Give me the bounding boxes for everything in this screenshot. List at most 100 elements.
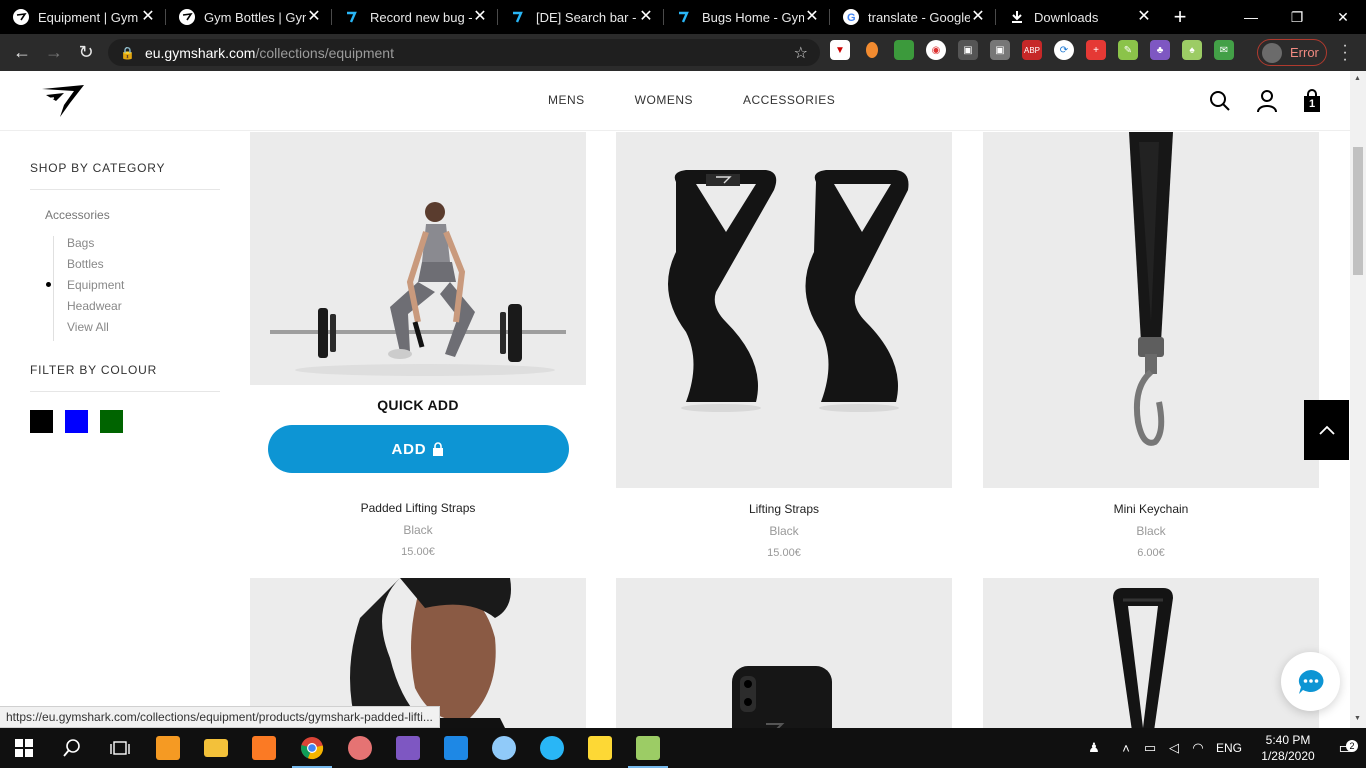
swatch-green[interactable] bbox=[100, 410, 123, 433]
camera-icon[interactable]: ▣ bbox=[958, 40, 978, 60]
swatch-blue[interactable] bbox=[65, 410, 88, 433]
product-card[interactable]: QUICK ADD ADD Padded Lifting Straps Blac… bbox=[250, 132, 586, 558]
add-to-bag-button[interactable]: ADD bbox=[267, 425, 569, 473]
product-price: 6.00€ bbox=[1137, 547, 1165, 559]
extension-bird-icon[interactable]: ♠ bbox=[1182, 40, 1202, 60]
close-icon[interactable]: ✕ bbox=[306, 9, 322, 25]
wifi-icon[interactable]: ◠ bbox=[1186, 740, 1210, 756]
product-image[interactable] bbox=[250, 132, 586, 385]
chevron-up-icon[interactable]: ˄ bbox=[1114, 741, 1138, 756]
more-menu-icon[interactable]: · · · bbox=[1340, 38, 1350, 68]
restore-icon[interactable]: ❐ bbox=[1274, 0, 1320, 34]
close-icon[interactable]: ✕ bbox=[472, 9, 488, 25]
battery-icon[interactable]: ▭ bbox=[1138, 740, 1162, 756]
internet-explorer-icon[interactable] bbox=[528, 728, 576, 768]
extension-drop-icon[interactable] bbox=[866, 42, 878, 58]
product-name[interactable]: Padded Lifting Straps bbox=[250, 501, 586, 515]
uc-browser-icon[interactable] bbox=[144, 728, 192, 768]
minimize-icon[interactable]: — bbox=[1228, 0, 1274, 34]
product-image[interactable] bbox=[983, 578, 1319, 728]
close-icon[interactable]: ✕ bbox=[804, 9, 820, 25]
back-arrow-icon[interactable]: ← bbox=[6, 37, 38, 69]
close-window-icon[interactable]: ✕ bbox=[1320, 0, 1366, 34]
category-view-all[interactable]: View All bbox=[67, 320, 220, 341]
nav-mens[interactable]: MENS bbox=[548, 93, 585, 107]
address-bar[interactable]: 🔒 eu.gymshark.com/collections/equipment … bbox=[108, 39, 820, 66]
extension-leaf-icon[interactable] bbox=[894, 40, 914, 60]
swatch-black[interactable] bbox=[30, 410, 53, 433]
forward-arrow-icon[interactable]: → bbox=[38, 37, 70, 69]
extension-pen-icon[interactable]: ✎ bbox=[1118, 40, 1138, 60]
tab-equipment[interactable]: Equipment | Gym ✕ bbox=[0, 0, 166, 34]
product-card[interactable] bbox=[616, 578, 952, 728]
tab-downloads[interactable]: Downloads ✕ bbox=[996, 0, 1162, 34]
settings-gear-icon[interactable] bbox=[480, 728, 528, 768]
search-icon[interactable] bbox=[1208, 89, 1232, 113]
chat-button[interactable] bbox=[1281, 652, 1340, 711]
nav-accessories[interactable]: ACCESSORIES bbox=[743, 93, 835, 107]
nav-womens[interactable]: WOMENS bbox=[635, 93, 693, 107]
scrollbar-thumb[interactable] bbox=[1353, 147, 1363, 275]
category-bags[interactable]: Bags bbox=[67, 236, 220, 257]
extension-plus-icon[interactable]: + bbox=[1086, 40, 1106, 60]
visual-studio-icon[interactable] bbox=[384, 728, 432, 768]
task-view-icon[interactable] bbox=[96, 728, 144, 768]
close-icon[interactable]: ✕ bbox=[1136, 9, 1152, 25]
category-headwear[interactable]: Headwear bbox=[67, 299, 220, 320]
product-colour: Black bbox=[403, 523, 433, 537]
people-icon[interactable]: ♟ bbox=[1082, 740, 1106, 756]
notifications-icon[interactable]: ▭ 2 bbox=[1326, 738, 1366, 758]
clock[interactable]: 5:40 PM 1/28/2020 bbox=[1250, 732, 1326, 764]
screenshot-icon[interactable]: ▣ bbox=[990, 40, 1010, 60]
vscode-icon[interactable] bbox=[432, 728, 480, 768]
chrome-icon[interactable] bbox=[288, 728, 336, 768]
reload-icon[interactable]: ↻ bbox=[70, 37, 102, 69]
product-image[interactable] bbox=[616, 578, 952, 728]
account-icon[interactable] bbox=[1256, 89, 1278, 113]
language-indicator[interactable]: ENG bbox=[1216, 741, 1242, 755]
search-icon[interactable] bbox=[48, 728, 96, 768]
cart-icon[interactable]: 1 bbox=[1302, 89, 1322, 113]
app-bird-icon[interactable] bbox=[624, 728, 672, 768]
xampp-icon[interactable] bbox=[240, 728, 288, 768]
product-card[interactable]: Lifting Straps Black 15.00€ bbox=[616, 132, 952, 559]
extension-target-icon[interactable]: ◉ bbox=[926, 40, 946, 60]
product-image[interactable] bbox=[983, 132, 1319, 488]
scroll-down-icon[interactable]: ▼ bbox=[1354, 715, 1361, 722]
tab-record-new-bug[interactable]: Record new bug - ✕ bbox=[332, 0, 498, 34]
product-image[interactable] bbox=[616, 132, 952, 488]
tab-search-bar[interactable]: [DE] Search bar - N ✕ bbox=[498, 0, 664, 34]
extension-puzzle-icon[interactable]: ♣ bbox=[1150, 40, 1170, 60]
product-name[interactable]: Lifting Straps bbox=[616, 502, 952, 516]
volume-icon[interactable]: ◁ bbox=[1162, 740, 1186, 756]
player-icon[interactable] bbox=[576, 728, 624, 768]
tab-translate[interactable]: G translate - Google ✕ bbox=[830, 0, 996, 34]
gymshark-logo-icon[interactable] bbox=[40, 83, 88, 119]
close-icon[interactable]: ✕ bbox=[140, 9, 156, 25]
close-icon[interactable]: ✕ bbox=[638, 9, 654, 25]
bookmark-star-icon[interactable]: ☆ bbox=[794, 43, 808, 63]
product-card[interactable] bbox=[983, 578, 1319, 728]
close-icon[interactable]: ✕ bbox=[970, 9, 986, 25]
adblock-icon[interactable]: ABP bbox=[1022, 40, 1042, 60]
status-bar-url: https://eu.gymshark.com/collections/equi… bbox=[0, 706, 440, 728]
product-name[interactable]: Mini Keychain bbox=[983, 502, 1319, 516]
file-explorer-icon[interactable] bbox=[192, 728, 240, 768]
profile-error-button[interactable]: Error bbox=[1257, 39, 1327, 66]
tab-bugs-home[interactable]: Bugs Home - Gym ✕ bbox=[664, 0, 830, 34]
category-equipment[interactable]: Equipment bbox=[46, 278, 220, 299]
windows-start-icon[interactable] bbox=[0, 728, 48, 768]
extension-shield-icon[interactable]: ▼ bbox=[830, 40, 850, 60]
back-to-top-button[interactable] bbox=[1304, 400, 1349, 460]
page-scrollbar[interactable]: ▲ ▼ bbox=[1350, 71, 1366, 728]
system-tray: ♟ ˄ ▭ ◁ ◠ ENG 5:40 PM 1/28/2020 ▭ 2 bbox=[1082, 728, 1366, 768]
extension-mail-icon[interactable]: ✉ bbox=[1214, 40, 1234, 60]
scroll-up-icon[interactable]: ▲ bbox=[1354, 75, 1361, 82]
category-accessories[interactable]: Accessories bbox=[45, 208, 220, 222]
product-card[interactable]: Mini Keychain Black 6.00€ bbox=[983, 132, 1319, 559]
extension-sync-icon[interactable]: ⟳ bbox=[1054, 40, 1074, 60]
new-tab-button[interactable]: + bbox=[1162, 0, 1198, 34]
paint-icon[interactable] bbox=[336, 728, 384, 768]
category-bottles[interactable]: Bottles bbox=[67, 257, 220, 278]
tab-gym-bottles[interactable]: Gym Bottles | Gym ✕ bbox=[166, 0, 332, 34]
